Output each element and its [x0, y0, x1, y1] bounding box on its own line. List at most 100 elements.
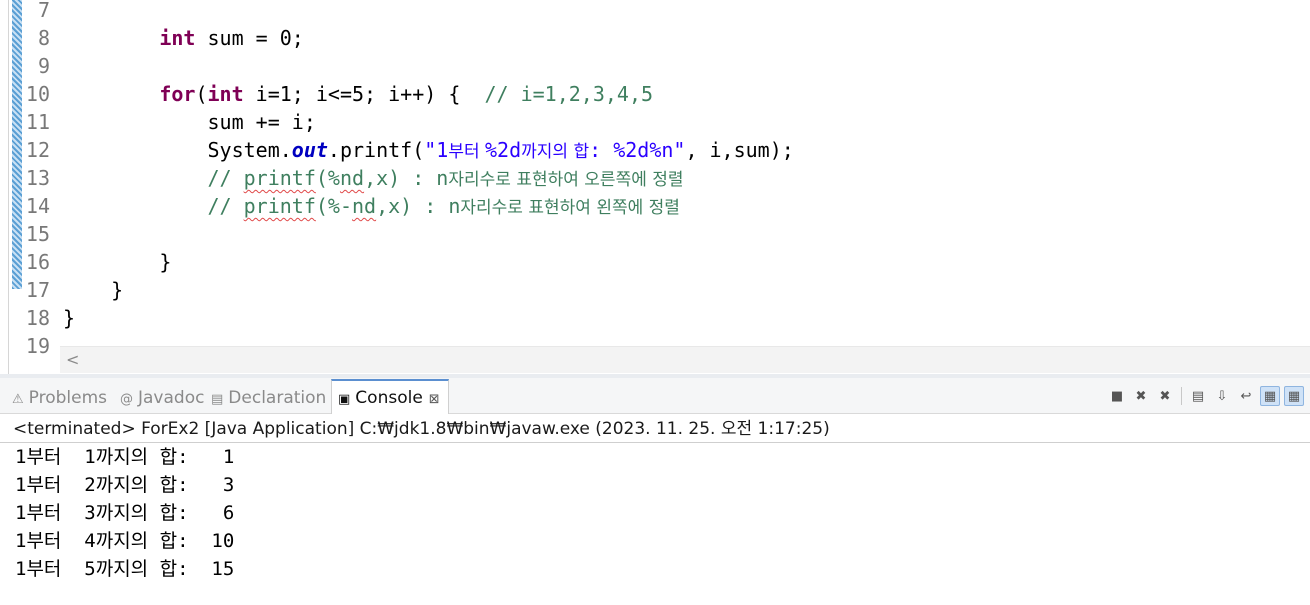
code-token: sum = 0;	[195, 26, 304, 50]
code-token: }	[63, 250, 172, 274]
code-token: nd	[352, 194, 377, 218]
code-line[interactable]: 16 }	[0, 248, 1310, 276]
console-toolbar: ■ ✖ ✖ ▤ ⇩ ↩ ▦ ▦	[1107, 383, 1304, 409]
code-token: 자리수로 표현하여 왼쪽에 정렬	[460, 198, 680, 218]
line-number: 17	[25, 278, 50, 302]
tab-label: Declaration	[228, 388, 327, 408]
line-number: 18	[25, 306, 50, 330]
scroll-lock-icon[interactable]: ⇩	[1212, 386, 1232, 406]
code-line[interactable]: 17 }	[0, 276, 1310, 304]
line-number: 16	[25, 250, 50, 274]
line-number: 12	[25, 138, 50, 162]
code-line[interactable]: 8 int sum = 0;	[0, 24, 1310, 52]
code-token: %2d	[485, 138, 522, 162]
tab-label: Console	[355, 388, 423, 408]
panel-tab-bar: ⚠ Problems @ Javadoc ▤ Declaration ▣ Console ⊠ ■…	[0, 378, 1310, 416]
code-line[interactable]: 9	[0, 52, 1310, 80]
code-token: : %2d%n"	[589, 138, 686, 162]
code-token: printf	[243, 166, 316, 190]
tab-problems[interactable]: ⚠ Problems	[12, 381, 107, 413]
code-token: //	[207, 166, 244, 190]
code-line[interactable]: 18}	[0, 304, 1310, 332]
remove-all-terminated-icon[interactable]: ✖	[1155, 386, 1175, 406]
horizontal-scrollbar[interactable]: <	[60, 346, 1310, 373]
console-output-line: 1부터 4까지의 합: 10	[15, 530, 235, 552]
clear-console-icon[interactable]: ▤	[1188, 386, 1208, 406]
tab-label: Problems	[28, 388, 108, 408]
code-token: int	[159, 26, 196, 50]
code-token: System.	[63, 138, 292, 162]
code-token: "1	[424, 138, 449, 162]
code-text: // printf(%-nd,x) : n자리수로 표현하여 왼쪽에 정렬	[63, 192, 680, 222]
code-token: printf	[243, 194, 316, 218]
code-token: ,x) : n	[364, 166, 449, 190]
code-token: (%-	[315, 194, 352, 218]
code-text: int sum = 0;	[63, 24, 304, 52]
line-number: 7	[37, 0, 50, 22]
console-output-line: 1부터 1까지의 합: 1	[15, 446, 235, 468]
pin-console-icon[interactable]: ▦	[1260, 386, 1280, 406]
javadoc-icon: @	[120, 392, 133, 407]
code-token: int	[207, 82, 244, 106]
console-icon: ▣	[338, 392, 351, 407]
tab-declaration[interactable]: ▤ Declaration	[211, 381, 326, 413]
console-output-line: 1부터 2까지의 합: 3	[15, 474, 235, 496]
code-line[interactable]: 15	[0, 220, 1310, 248]
code-token: }	[63, 306, 76, 330]
code-text: }	[63, 248, 171, 276]
code-token: (	[195, 82, 208, 106]
line-number: 11	[25, 110, 50, 134]
code-text: }	[63, 276, 123, 304]
console-status-text: <terminated> ForEx2 [Java Application] C…	[13, 419, 830, 439]
code-text: }	[63, 304, 75, 332]
declaration-icon: ▤	[211, 392, 224, 407]
code-line[interactable]: 11 sum += i;	[0, 108, 1310, 136]
scroll-left-arrow-icon[interactable]: <	[66, 347, 79, 373]
code-token: (%	[315, 166, 340, 190]
code-token: 부터	[448, 142, 486, 162]
terminate-icon[interactable]: ■	[1107, 386, 1127, 406]
word-wrap-icon[interactable]: ↩	[1236, 386, 1256, 406]
code-text: // printf(%nd,x) : n자리수로 표현하여 오른쪽에 정렬	[63, 164, 684, 194]
line-number: 14	[25, 194, 50, 218]
code-line[interactable]: 10 for(int i=1; i<=5; i++) { // i=1,2,3,…	[0, 80, 1310, 108]
line-number: 10	[25, 82, 50, 106]
line-number: 8	[37, 26, 50, 50]
tab-javadoc[interactable]: @ Javadoc	[120, 381, 204, 413]
code-text: System.out.printf("1부터 %2d까지의 합: %2d%n",…	[63, 136, 794, 166]
toolbar-separator	[1181, 387, 1182, 405]
code-token: for	[159, 82, 196, 106]
console-output-line: 1부터 5까지의 합: 15	[15, 558, 235, 580]
code-token: //	[207, 194, 244, 218]
console-output-line: 1부터 3까지의 합: 6	[15, 502, 235, 524]
code-text: for(int i=1; i<=5; i++) { // i=1,2,3,4,5	[63, 80, 653, 108]
code-token: nd	[339, 166, 365, 190]
code-token: ,x) : n	[376, 194, 461, 218]
code-token: }	[63, 278, 124, 302]
code-token: , i,sum);	[685, 138, 794, 162]
code-text: sum += i;	[63, 108, 315, 136]
code-line[interactable]: 7	[0, 0, 1310, 24]
line-number: 13	[25, 166, 50, 190]
code-token: i=1; i<=5; i++) {	[243, 82, 485, 106]
line-number: 15	[25, 222, 50, 246]
close-tab-icon[interactable]: ⊠	[429, 392, 440, 407]
line-number: 19	[25, 334, 50, 358]
tab-console[interactable]: ▣ Console ⊠	[331, 379, 449, 416]
code-token: // i=1,2,3,4,5	[484, 82, 654, 106]
problems-icon: ⚠	[12, 392, 24, 407]
code-token: 자리수로 표현하여 오른쪽에 정렬	[448, 170, 684, 190]
code-line[interactable]: 13 // printf(%nd,x) : n자리수로 표현하여 오른쪽에 정렬	[0, 164, 1310, 192]
code-token: .printf(	[327, 138, 425, 162]
code-line[interactable]: 14 // printf(%-nd,x) : n자리수로 표현하여 왼쪽에 정렬	[0, 192, 1310, 220]
code-token: 까지의 합	[521, 142, 590, 162]
remove-launch-icon[interactable]: ✖	[1131, 386, 1151, 406]
open-console-icon[interactable]: ▦	[1284, 386, 1304, 406]
tab-label: Javadoc	[138, 388, 205, 408]
code-editor[interactable]: 78 int sum = 0; 9 10 for(int i=1; i<=5; i+…	[0, 0, 1310, 374]
code-line[interactable]: 12 System.out.printf("1부터 %2d까지의 합: %2d%…	[0, 136, 1310, 164]
